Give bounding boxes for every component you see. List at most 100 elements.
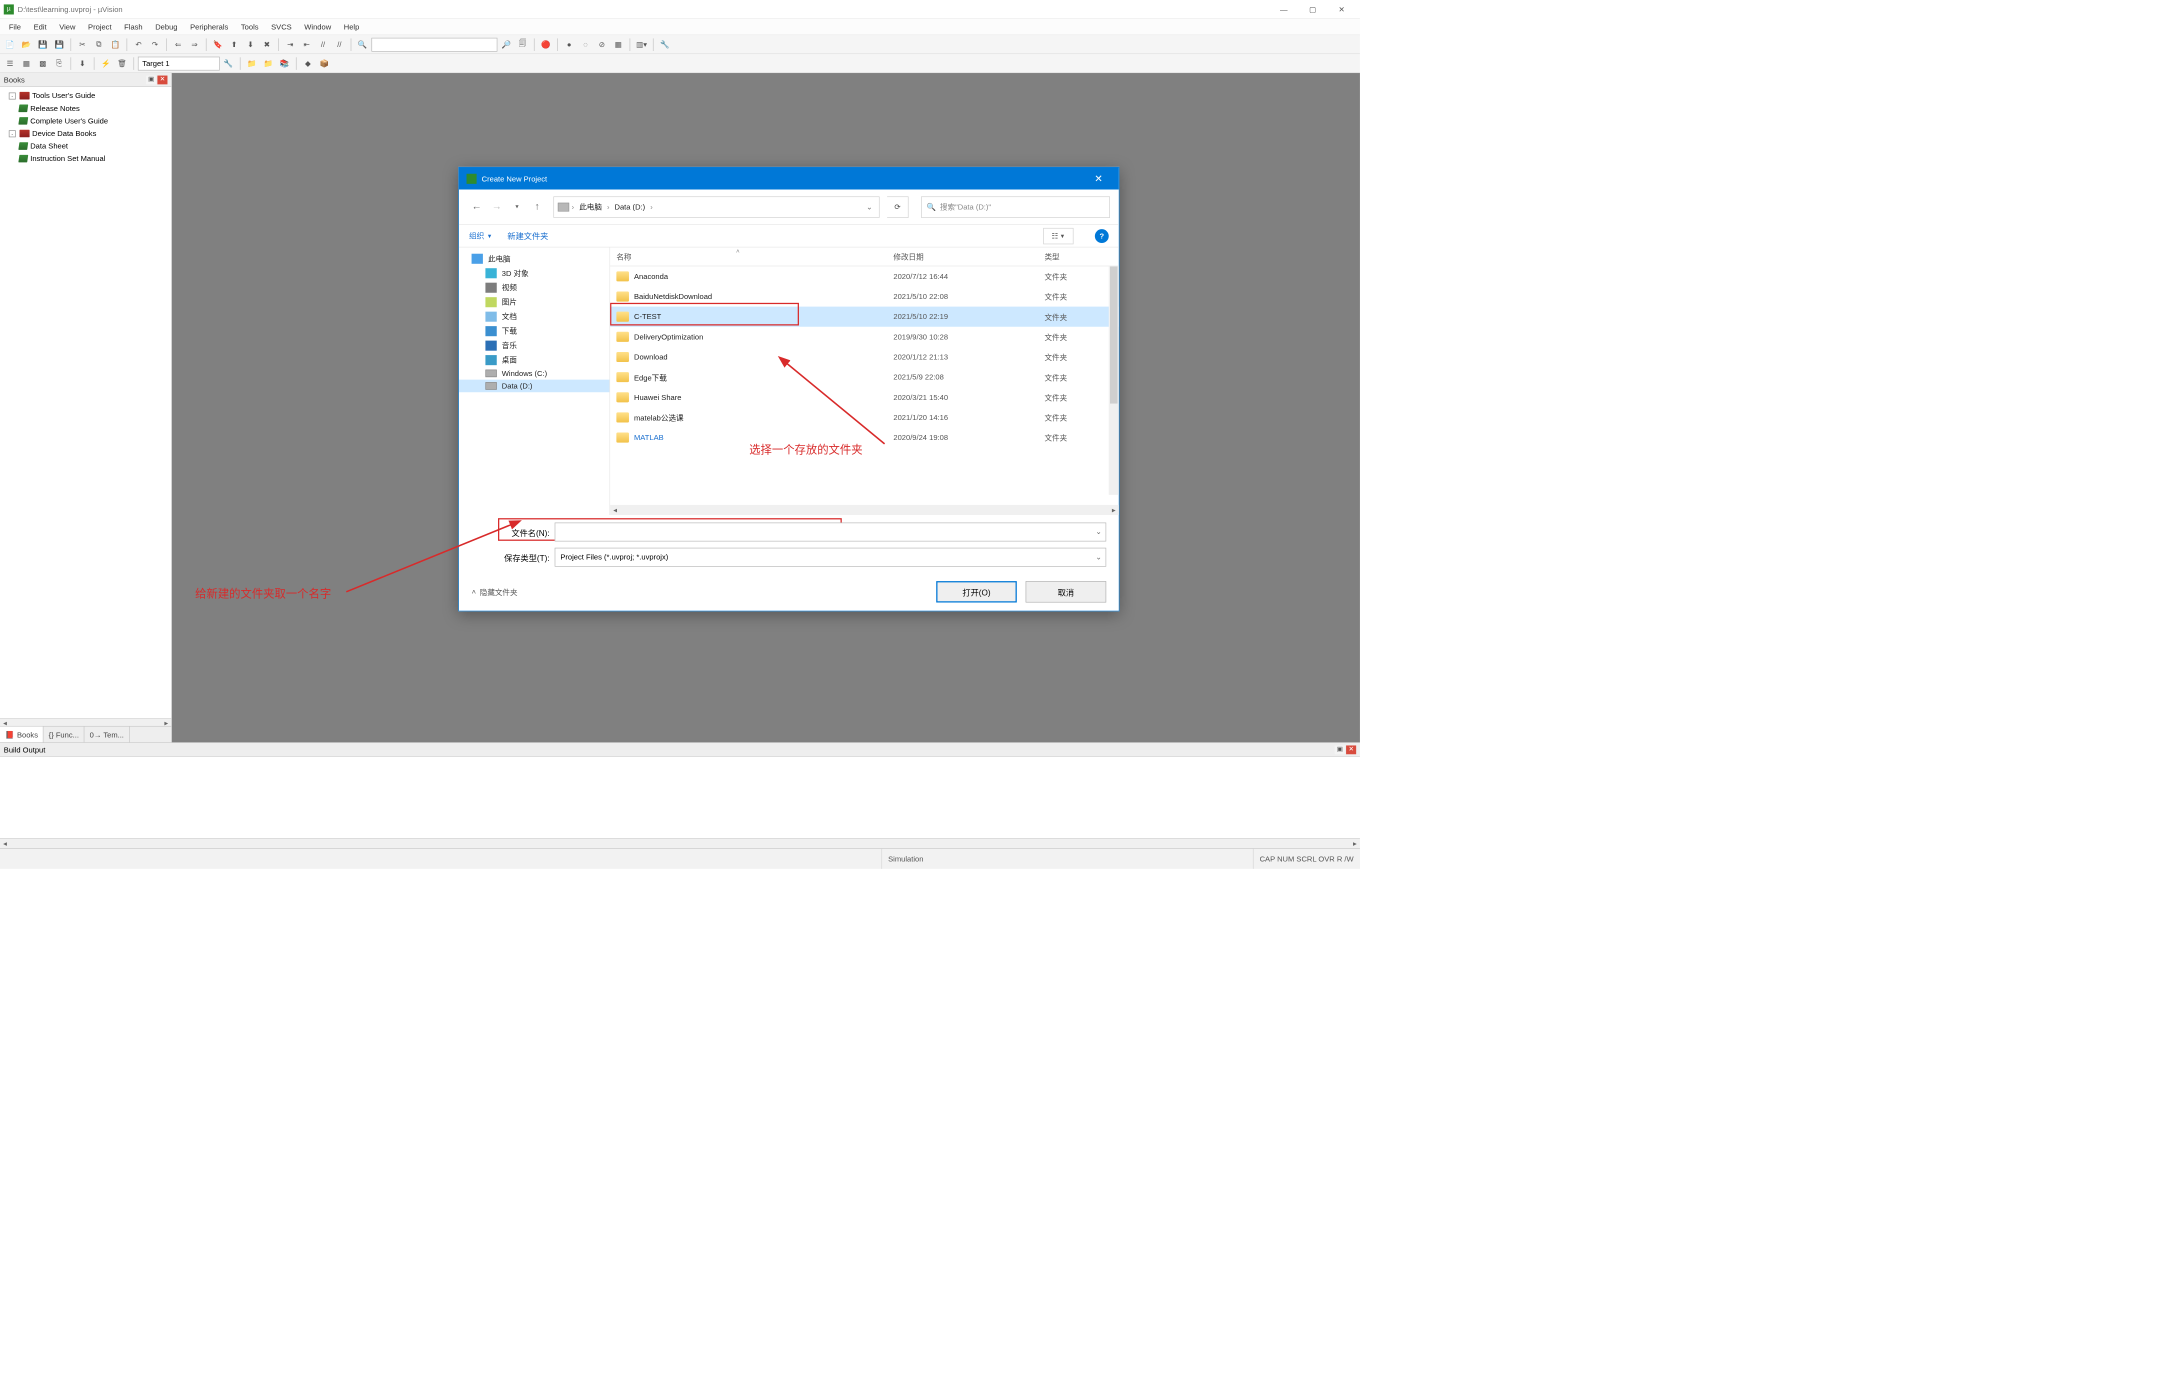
chevron-down-icon[interactable]: ⌄ (1095, 527, 1101, 536)
file-row[interactable]: DeliveryOptimization2019/9/30 10:28文件夹 (610, 327, 1119, 347)
panel-tab[interactable]: 📕Books (0, 727, 44, 743)
breakpoint-disable-icon[interactable]: ◌ (578, 37, 593, 52)
config-icon[interactable]: 🔧 (657, 37, 672, 52)
help-button[interactable]: ? (1095, 229, 1109, 243)
file-row[interactable]: Download2020/1/12 21:13文件夹 (610, 347, 1119, 367)
dialog-close-button[interactable]: ✕ (1086, 167, 1111, 189)
place-item[interactable]: 音乐 (459, 338, 609, 352)
indent-icon[interactable]: ⇥ (283, 37, 298, 52)
save-all-icon[interactable]: 💾 (52, 37, 67, 52)
menu-help[interactable]: Help (337, 20, 365, 33)
crumb-dropdown-icon[interactable]: ⌄ (866, 202, 872, 211)
file-vscroll[interactable] (1109, 266, 1119, 495)
file-row[interactable]: Edge下载2021/5/9 22:08文件夹 (610, 367, 1119, 387)
menu-tools[interactable]: Tools (235, 20, 265, 33)
col-name[interactable]: 名称 (610, 251, 887, 262)
save-icon[interactable]: 💾 (35, 37, 50, 52)
place-item[interactable]: Data (D:) (459, 380, 609, 393)
place-item[interactable]: 图片 (459, 295, 609, 309)
open-button[interactable]: 打开(O) (936, 581, 1017, 602)
file-row[interactable]: C-TEST2021/5/10 22:19文件夹 (610, 307, 1119, 327)
tree-item[interactable]: Release Notes (0, 102, 171, 115)
filename-input[interactable]: ⌄ (555, 523, 1107, 542)
stop-build-icon[interactable]: ⬇ (75, 56, 90, 71)
file-row[interactable]: BaiduNetdiskDownload2021/5/10 22:08文件夹 (610, 286, 1119, 306)
file-hscroll[interactable]: ◂▸ (610, 505, 1119, 515)
breakpoint-window-icon[interactable]: ▦ (611, 37, 626, 52)
nav-forward-button[interactable]: → (488, 198, 506, 216)
redo-icon[interactable]: ↷ (147, 37, 162, 52)
col-date[interactable]: 修改日期 (887, 251, 1038, 262)
find-in-files-icon[interactable]: 🔍 (355, 37, 370, 52)
nav-recent-dropdown[interactable]: ▾ (508, 198, 526, 216)
target-select[interactable]: Target 1 (138, 56, 220, 70)
new-folder-button[interactable]: 新建文件夹 (507, 230, 548, 242)
cancel-button[interactable]: 取消 (1026, 581, 1107, 602)
place-item[interactable]: 桌面 (459, 353, 609, 367)
find-icon[interactable]: 🔎 (499, 37, 514, 52)
target-options-icon[interactable]: 🔧 (221, 56, 236, 71)
file-row[interactable]: matelab公选课2021/1/20 14:16文件夹 (610, 407, 1119, 427)
menu-debug[interactable]: Debug (149, 20, 184, 33)
file-row[interactable]: MATLAB2020/9/24 19:08文件夹 (610, 427, 1119, 447)
debug-icon[interactable]: 🔴 (538, 37, 553, 52)
incremental-find-icon[interactable]: 🗐 (515, 37, 530, 52)
breakpoint-icon[interactable]: ● (562, 37, 577, 52)
menu-window[interactable]: Window (298, 20, 337, 33)
outdent-icon[interactable]: ⇤ (299, 37, 314, 52)
paste-icon[interactable]: 📋 (108, 37, 123, 52)
cut-icon[interactable]: ✂ (75, 37, 90, 52)
tree-item[interactable]: -Device Data Books (0, 127, 171, 140)
crumb-pc[interactable]: 此电脑 (577, 201, 605, 212)
nav-back-button[interactable]: ← (468, 198, 486, 216)
tree-item[interactable]: Complete User's Guide (0, 115, 171, 128)
file-row[interactable]: Huawei Share2020/3/21 15:40文件夹 (610, 387, 1119, 407)
hide-folders-toggle[interactable]: ˄ 隐藏文件夹 (472, 586, 518, 597)
chevron-down-icon[interactable]: ⌄ (1095, 553, 1101, 562)
manage-project-icon[interactable]: 📁 (244, 56, 259, 71)
menu-svcs[interactable]: SVCS (265, 20, 298, 33)
tree-hscroll[interactable]: ◂▸ (0, 718, 171, 726)
place-item[interactable]: 文档 (459, 309, 609, 323)
organize-menu[interactable]: 组织 ▼ (469, 230, 492, 241)
window-maximize[interactable]: ▢ (1298, 0, 1327, 19)
close-icon[interactable]: ✕ (1346, 745, 1356, 754)
bookmark-next-icon[interactable]: ⬇ (243, 37, 258, 52)
open-file-icon[interactable]: 📂 (19, 37, 34, 52)
breadcrumb[interactable]: › 此电脑 › Data (D:) › ⌄ (553, 196, 879, 217)
breakpoint-kill-icon[interactable]: ⊘ (594, 37, 609, 52)
col-type[interactable]: 类型 (1038, 251, 1088, 262)
pin-icon[interactable]: ▣ (146, 75, 156, 84)
file-row[interactable]: Anaconda2020/7/12 16:44文件夹 (610, 266, 1119, 286)
tree-item[interactable]: -Tools User's Guide (0, 89, 171, 102)
pin-icon[interactable]: ▣ (1335, 745, 1345, 754)
menu-view[interactable]: View (53, 20, 82, 33)
menu-project[interactable]: Project (82, 20, 118, 33)
comment-icon[interactable]: // (315, 37, 330, 52)
rebuild-icon[interactable]: ▩ (35, 56, 50, 71)
menu-flash[interactable]: Flash (118, 20, 149, 33)
books-icon[interactable]: 📚 (277, 56, 292, 71)
bookmark-icon[interactable]: 🔖 (210, 37, 225, 52)
copy-icon[interactable]: ⧉ (91, 37, 106, 52)
view-mode-button[interactable]: ☷ ▼ (1043, 228, 1073, 244)
tree-item[interactable]: Data Sheet (0, 140, 171, 153)
menu-file[interactable]: File (3, 20, 28, 33)
place-item[interactable]: Windows (C:) (459, 367, 609, 380)
undo-icon[interactable]: ↶ (131, 37, 146, 52)
nav-fwd-icon[interactable]: ⇒ (187, 37, 202, 52)
crumb-drive[interactable]: Data (D:) (612, 202, 648, 211)
tree-item[interactable]: Instruction Set Manual (0, 152, 171, 165)
batch-build-icon[interactable]: ⎘ (52, 56, 67, 71)
refresh-button[interactable]: ⟳ (887, 196, 908, 217)
nav-up-button[interactable]: ↑ (528, 198, 546, 216)
panel-tab[interactable]: {} Func... (44, 727, 85, 743)
close-icon[interactable]: ✕ (157, 75, 167, 84)
file-list-header[interactable]: 名称 修改日期 类型 ˄ (610, 247, 1119, 266)
window-mgr-icon[interactable]: ▥▾ (634, 37, 649, 52)
new-file-icon[interactable]: 📄 (3, 37, 18, 52)
uncomment-icon[interactable]: // (332, 37, 347, 52)
erase-icon[interactable]: 🗑 (115, 56, 130, 71)
translate-icon[interactable]: ☰ (3, 56, 18, 71)
place-item[interactable]: 视频 (459, 280, 609, 294)
